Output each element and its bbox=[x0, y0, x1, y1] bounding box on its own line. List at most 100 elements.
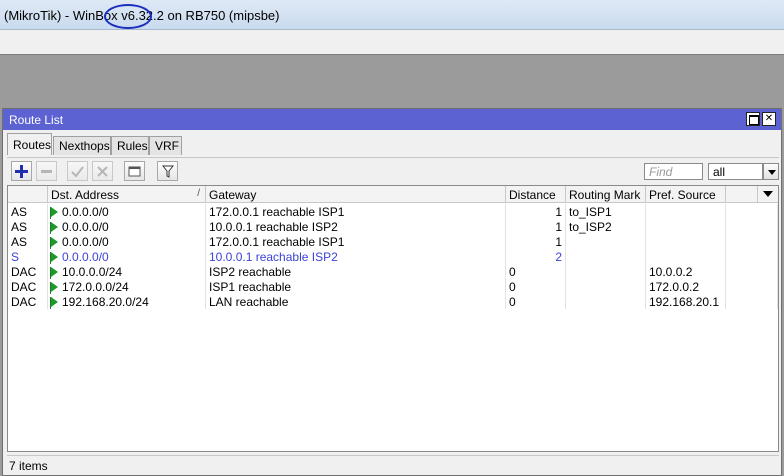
active-flag-icon bbox=[50, 267, 58, 279]
cell-mark: to_ISP2 bbox=[566, 219, 646, 234]
cell-text: DAC bbox=[11, 265, 37, 279]
table-row[interactable]: AS 0.0.0.0/0 172.0.0.1 reachable ISP1 1 bbox=[8, 234, 778, 249]
cell-text: 2 bbox=[555, 250, 562, 264]
route-list-window: Route List ✕ Routes Nexthops Rules VRF a… bbox=[2, 108, 782, 476]
cell-text: AS bbox=[11, 235, 28, 249]
cell-text: 172.0.0.1 reachable ISP1 bbox=[209, 235, 345, 249]
maximize-button[interactable] bbox=[746, 112, 760, 126]
column-dst-address-label: Dst. Address bbox=[51, 188, 120, 202]
cell-pref bbox=[646, 204, 726, 219]
remove-button[interactable] bbox=[36, 161, 57, 181]
cell-gateway: 10.0.0.1 reachable ISP2 bbox=[206, 249, 506, 264]
table-row[interactable]: AS 0.0.0.0/0 10.0.0.1 reachable ISP2 1 to_IS… bbox=[8, 219, 778, 234]
cell-text: 0 bbox=[509, 295, 516, 309]
cell-text: LAN reachable bbox=[209, 295, 289, 309]
table-row[interactable]: DAC 10.0.0.0/24 ISP2 reachable 0 10.0.0.2 bbox=[8, 264, 778, 279]
table-row[interactable]: AS 0.0.0.0/0 172.0.0.1 reachable ISP1 1 to_I… bbox=[8, 204, 778, 219]
cell-flags: AS bbox=[8, 234, 48, 249]
disable-button[interactable] bbox=[92, 161, 113, 181]
active-flag-icon bbox=[50, 222, 58, 234]
cell-text: ISP2 reachable bbox=[209, 265, 292, 279]
cell-dst: 192.168.20.0/24 bbox=[48, 294, 206, 309]
cell-flags: AS bbox=[8, 219, 48, 234]
menu-bar bbox=[0, 30, 784, 54]
route-list-title: Route List bbox=[9, 113, 64, 127]
cell-mark bbox=[566, 264, 646, 279]
version-highlight-annotation bbox=[104, 4, 152, 29]
tab-rules-label: Rules bbox=[117, 139, 148, 153]
cell-text: S bbox=[11, 250, 20, 264]
filter-select[interactable]: all bbox=[708, 163, 763, 180]
tab-nexthops-label: Nexthops bbox=[59, 139, 110, 153]
cell-empty bbox=[726, 279, 778, 294]
cell-text: 10.0.0.1 reachable ISP2 bbox=[209, 220, 338, 234]
cell-text: 1 bbox=[555, 205, 562, 219]
filter-dropdown-button[interactable] bbox=[763, 163, 779, 180]
cell-empty bbox=[726, 234, 778, 249]
column-pref-source[interactable]: Pref. Source bbox=[646, 186, 726, 203]
cell-mark: to_ISP1 bbox=[566, 204, 646, 219]
cell-dst: 10.0.0.0/24 bbox=[48, 264, 206, 279]
route-list-titlebar[interactable]: Route List ✕ bbox=[3, 109, 781, 130]
cell-mark bbox=[566, 279, 646, 294]
cell-empty bbox=[726, 264, 778, 279]
cell-text: 172.0.0.2 bbox=[649, 280, 700, 294]
cell-flags: DAC bbox=[8, 279, 48, 294]
cell-text: to_ISP1 bbox=[569, 205, 612, 219]
cell-distance: 1 bbox=[506, 219, 566, 234]
cell-gateway: ISP1 reachable bbox=[206, 279, 506, 294]
add-button[interactable] bbox=[11, 161, 32, 181]
cell-flags: DAC bbox=[8, 264, 48, 279]
column-dst-address[interactable]: Dst. Address / bbox=[48, 186, 206, 203]
enable-button[interactable] bbox=[67, 161, 88, 181]
cell-gateway: 10.0.0.1 reachable ISP2 bbox=[206, 219, 506, 234]
column-gateway[interactable]: Gateway bbox=[206, 186, 506, 203]
tab-vrf[interactable]: VRF bbox=[149, 136, 182, 155]
table-row[interactable]: DAC 172.0.0.0/24 ISP1 reachable 0 172.0.0.2 bbox=[8, 279, 778, 294]
cell-text: 0.0.0.0/0 bbox=[62, 250, 109, 264]
cell-mark bbox=[566, 234, 646, 249]
cell-flags: S bbox=[8, 249, 48, 264]
cell-pref: 172.0.0.2 bbox=[646, 279, 726, 294]
cell-text: 1 bbox=[555, 220, 562, 234]
tab-nexthops[interactable]: Nexthops bbox=[53, 136, 111, 155]
cell-flags: AS bbox=[8, 204, 48, 219]
cell-dst: 0.0.0.0/0 bbox=[48, 234, 206, 249]
filter-button[interactable] bbox=[157, 161, 178, 181]
tab-routes[interactable]: Routes bbox=[7, 133, 52, 155]
column-menu-chevron-icon[interactable] bbox=[763, 191, 773, 197]
cell-gateway: 172.0.0.1 reachable ISP1 bbox=[206, 204, 506, 219]
cell-distance: 1 bbox=[506, 204, 566, 219]
cell-distance: 0 bbox=[506, 294, 566, 309]
status-bar: 7 items bbox=[7, 455, 779, 473]
find-input[interactable] bbox=[644, 163, 703, 180]
filter-icon bbox=[161, 165, 174, 178]
cell-text: 0.0.0.0/0 bbox=[62, 235, 109, 249]
cell-text: AS bbox=[11, 220, 28, 234]
cell-text: 172.0.0.1 reachable ISP1 bbox=[209, 205, 345, 219]
cell-distance: 1 bbox=[506, 234, 566, 249]
cell-dst: 0.0.0.0/0 bbox=[48, 204, 206, 219]
comment-button[interactable] bbox=[124, 161, 145, 181]
app-titlebar: (MikroTik) - WinBox v6.32.2 on RB750 (mi… bbox=[0, 0, 784, 30]
cell-distance: 0 bbox=[506, 264, 566, 279]
cell-gateway: 172.0.0.1 reachable ISP1 bbox=[206, 234, 506, 249]
active-flag-icon bbox=[50, 207, 58, 219]
table-row[interactable]: S 0.0.0.0/0 10.0.0.1 reachable ISP2 2 bbox=[8, 249, 778, 264]
sort-indicator-icon: / bbox=[197, 188, 200, 199]
plus-icon bbox=[15, 164, 28, 178]
cell-text: 10.0.0.1 reachable ISP2 bbox=[209, 250, 338, 264]
column-flags[interactable] bbox=[8, 186, 48, 203]
close-button[interactable]: ✕ bbox=[762, 112, 776, 126]
cell-flags: DAC bbox=[8, 294, 48, 309]
cell-dst: 0.0.0.0/0 bbox=[48, 219, 206, 234]
tab-rules[interactable]: Rules bbox=[111, 136, 149, 155]
cell-text: 0.0.0.0/0 bbox=[62, 220, 109, 234]
cell-empty bbox=[726, 219, 778, 234]
cell-mark bbox=[566, 249, 646, 264]
route-table: Dst. Address / Gateway Distance Routing … bbox=[7, 185, 779, 452]
column-distance[interactable]: Distance bbox=[506, 186, 566, 203]
table-row[interactable]: DAC 192.168.20.0/24 LAN reachable 0 192.168.… bbox=[8, 294, 778, 309]
column-extra bbox=[726, 186, 758, 203]
column-routing-mark[interactable]: Routing Mark bbox=[566, 186, 646, 203]
